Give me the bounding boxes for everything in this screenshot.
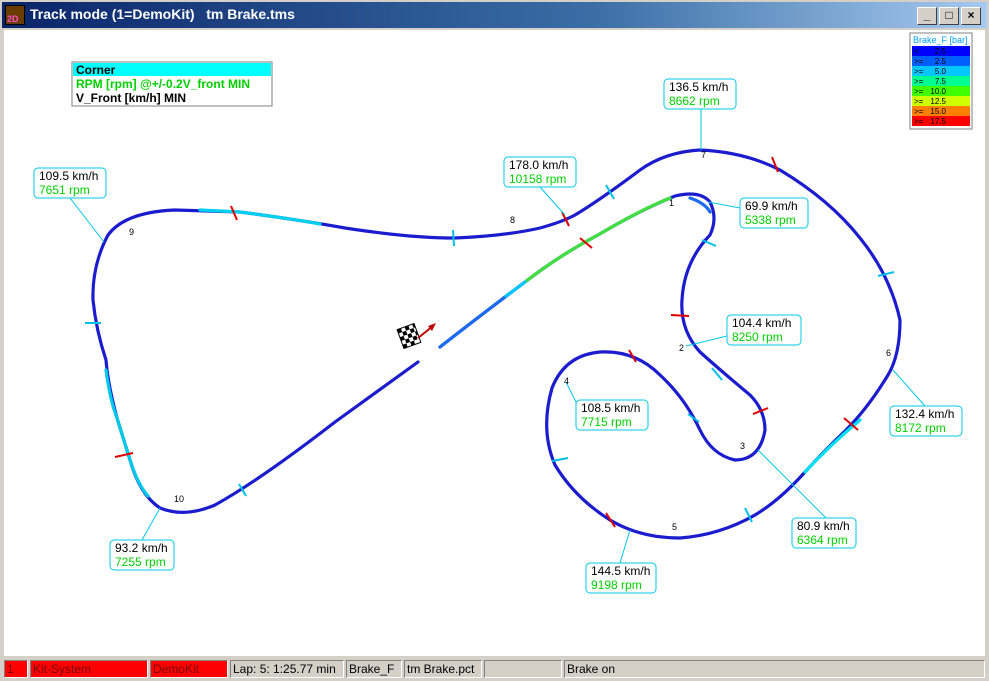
minimize-button[interactable]: _ — [917, 7, 937, 25]
brake-zone-turn1-approach — [523, 196, 672, 284]
corner-speed: 178.0 km/h — [509, 158, 568, 172]
corner-speed: 132.4 km/h — [895, 407, 954, 421]
status-bar: 1 Kit-System DemoKit Lap: 5: 1:25.77 min… — [4, 659, 985, 679]
marker-cyan — [877, 271, 895, 277]
status-lap-time: Lap: 5: 1:25.77 min — [230, 660, 344, 678]
track-map[interactable]: Corner RPM [rpm] @+/-0.2V_front MIN V_Fr… — [4, 30, 985, 656]
corner-speed: 108.5 km/h — [581, 401, 640, 415]
corner-number: 10 — [174, 494, 184, 504]
corner-speed: 69.9 km/h — [745, 199, 798, 213]
scale-row-op: >= — [914, 107, 924, 116]
app-icon[interactable]: 2D — [5, 5, 25, 25]
scale-row-op: >= — [914, 117, 924, 126]
corner-number: 8 — [510, 215, 515, 225]
corner-leader-line — [141, 507, 161, 541]
corner-leader-line — [892, 369, 926, 407]
start-finish-flag-icon — [396, 322, 436, 350]
corner-speed: 104.4 km/h — [732, 316, 791, 330]
corner-callouts: 69.9 km/h5338 rpm 1 104.4 km/h8250 rpm 2 80.… — [33, 78, 963, 594]
corner-8[interactable]: 178.0 km/h10158 rpm 8 — [503, 156, 577, 225]
status-message: Brake on — [564, 660, 985, 678]
corner-number: 2 — [679, 343, 684, 353]
corner-4[interactable]: 108.5 km/h7715 rpm 4 — [564, 376, 649, 431]
corner-rpm: 5338 rpm — [745, 213, 796, 227]
scale-row-op: >= — [914, 57, 924, 66]
corner-legend-box: Corner RPM [rpm] @+/-0.2V_front MIN V_Fr… — [71, 61, 273, 107]
corner-speed: 136.5 km/h — [669, 80, 728, 94]
scale-row-value: 12.5 — [930, 97, 946, 106]
brake-zone-turn9 — [198, 208, 322, 226]
corner-speed: 144.5 km/h — [591, 564, 650, 578]
corner-number: 7 — [701, 150, 706, 160]
track-map-canvas[interactable]: Corner RPM [rpm] @+/-0.2V_front MIN V_Fr… — [4, 30, 985, 656]
corner-rpm: 6364 rpm — [797, 533, 848, 547]
corner-rpm: 7715 rpm — [581, 415, 632, 429]
corner-10[interactable]: 93.2 km/h7255 rpm 10 — [109, 494, 184, 571]
corner-9[interactable]: 109.5 km/h7651 rpm 9 — [33, 167, 134, 243]
corner-3[interactable]: 80.9 km/h6364 rpm 3 — [740, 441, 857, 549]
scale-row-value: 2.5 — [935, 47, 947, 56]
corner-rpm: 8662 rpm — [669, 94, 720, 108]
corner-1[interactable]: 69.9 km/h5338 rpm 1 — [669, 197, 809, 229]
legend-line-rpm: RPM [rpm] @+/-0.2V_front MIN — [76, 77, 250, 91]
scale-row-op: >= — [914, 67, 924, 76]
corner-number: 1 — [669, 198, 674, 208]
scale-row-value: 15.0 — [930, 107, 946, 116]
scale-row-op: >= — [914, 97, 924, 106]
corner-rpm: 8250 rpm — [732, 330, 783, 344]
marker-cyan — [452, 229, 455, 247]
status-lap-index: 1 — [4, 660, 28, 678]
corner-number: 6 — [886, 348, 891, 358]
status-system: Kit-System — [30, 660, 148, 678]
corner-leader-line — [619, 529, 631, 564]
brake-zone-turn1-entry — [504, 280, 527, 298]
corner-number: 4 — [564, 376, 569, 386]
corner-speed: 93.2 km/h — [115, 541, 168, 555]
corner-rpm: 9198 rpm — [591, 578, 642, 592]
corner-speed: 109.5 km/h — [39, 169, 98, 183]
marker-red — [670, 314, 690, 317]
scale-row-value: 10.0 — [930, 87, 946, 96]
legend-title: Corner — [76, 63, 116, 77]
scale-row-op: >= — [914, 77, 924, 86]
scale-row-value: 17.5 — [930, 117, 946, 126]
title-bar[interactable]: 2D Track mode (1=DemoKit) tm Brake.tms _… — [2, 2, 987, 28]
scale-row-op: >= — [914, 87, 924, 96]
brake-zone-turn10 — [104, 368, 150, 498]
maximize-button[interactable]: □ — [939, 7, 959, 25]
status-channel: Brake_F — [346, 660, 402, 678]
status-kit: DemoKit — [150, 660, 228, 678]
app-icon-label: 2D — [7, 14, 19, 24]
corner-7[interactable]: 136.5 km/h8662 rpm 7 — [663, 78, 737, 160]
scale-row-op: < — [914, 47, 919, 56]
status-file: tm Brake.pct — [404, 660, 482, 678]
status-empty — [484, 660, 562, 678]
corner-number: 3 — [740, 441, 745, 451]
corner-speed: 80.9 km/h — [797, 519, 850, 533]
corner-leader-line — [539, 186, 566, 216]
marker-red — [771, 156, 779, 173]
scale-row-value: 7.5 — [935, 77, 947, 86]
color-scale-title: Brake_F [bar] — [913, 35, 968, 45]
window-title: Track mode (1=DemoKit) tm Brake.tms — [30, 6, 295, 22]
app-window: 2D Track mode (1=DemoKit) tm Brake.tms _… — [0, 0, 989, 681]
corner-number: 9 — [129, 227, 134, 237]
brake-zone-turn6 — [803, 418, 862, 474]
corner-rpm: 8172 rpm — [895, 421, 946, 435]
scale-row-value: 5.0 — [935, 67, 947, 76]
corner-rpm: 10158 rpm — [509, 172, 566, 186]
corner-rpm: 7651 rpm — [39, 183, 90, 197]
close-button[interactable]: × — [961, 7, 981, 25]
corner-rpm: 7255 rpm — [115, 555, 166, 569]
corner-6[interactable]: 132.4 km/h8172 rpm 6 — [886, 348, 963, 437]
corner-5[interactable]: 144.5 km/h9198 rpm 5 — [585, 522, 677, 594]
corner-number: 5 — [672, 522, 677, 532]
corner-leader-line — [69, 197, 105, 243]
scale-row-value: 2.5 — [935, 57, 947, 66]
legend-line-speed: V_Front [km/h] MIN — [76, 91, 186, 105]
color-scale: Brake_F [bar] <2.5 >= 2.5 >= 5.0 >= 7.5 >= 10.0 >… — [909, 32, 973, 130]
